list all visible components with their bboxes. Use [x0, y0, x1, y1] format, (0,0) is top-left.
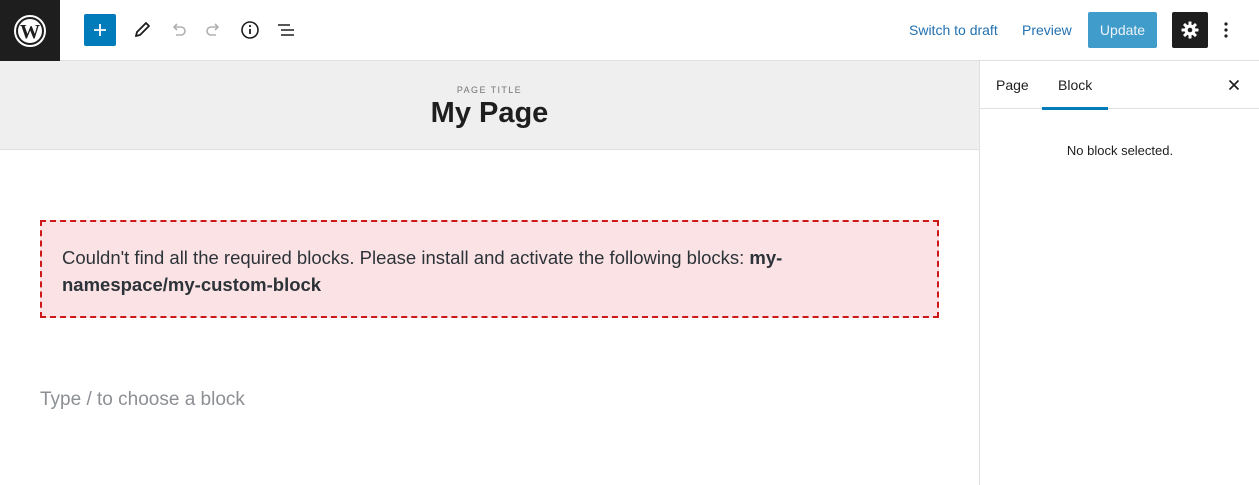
block-placeholder[interactable]: Type / to choose a block: [40, 389, 245, 411]
page-title-area: PAGE TITLE My Page: [0, 61, 979, 150]
close-sidebar-button[interactable]: [1222, 73, 1246, 97]
sidebar-tabs: Page Block: [980, 61, 1259, 110]
editor-canvas: PAGE TITLE My Page Couldn't find all the…: [0, 61, 979, 485]
redo-icon: [206, 23, 220, 36]
plus-icon: [94, 24, 106, 36]
list-view-icon: [278, 24, 294, 36]
details-button[interactable]: [234, 14, 266, 46]
update-button[interactable]: Update: [1088, 12, 1157, 48]
missing-block-message: Couldn't find all the required blocks. P…: [62, 247, 750, 268]
block-inserter-button[interactable]: [84, 14, 116, 46]
settings-button[interactable]: [1172, 12, 1208, 48]
gear-icon: [1181, 21, 1199, 39]
pencil-icon: [135, 22, 150, 37]
tab-block[interactable]: Block: [1042, 61, 1109, 110]
svg-text:W: W: [20, 21, 40, 43]
no-block-selected-text: No block selected.: [1066, 143, 1174, 158]
close-icon: [1228, 79, 1240, 91]
missing-block-warning[interactable]: Couldn't find all the required blocks. P…: [40, 220, 939, 318]
vertical-ellipsis-icon: [1224, 22, 1228, 38]
preview-button[interactable]: Preview: [1022, 18, 1072, 42]
tools-button[interactable]: [126, 14, 158, 46]
info-icon: [241, 21, 259, 39]
wordpress-logo-icon[interactable]: W: [0, 0, 60, 61]
list-view-button[interactable]: [270, 14, 302, 46]
page-title-kicker: PAGE TITLE: [456, 85, 523, 95]
redo-button[interactable]: [198, 14, 230, 46]
options-button[interactable]: [1214, 14, 1238, 46]
tab-page[interactable]: Page: [980, 61, 1045, 109]
page-title[interactable]: My Page: [0, 97, 979, 130]
switch-to-draft-button[interactable]: Switch to draft: [909, 18, 998, 42]
undo-button[interactable]: [162, 14, 194, 46]
editor-header: W Switch to draft Preview Update: [0, 0, 1259, 61]
settings-sidebar: Page Block No block selected.: [979, 61, 1259, 485]
undo-icon: [172, 23, 186, 36]
